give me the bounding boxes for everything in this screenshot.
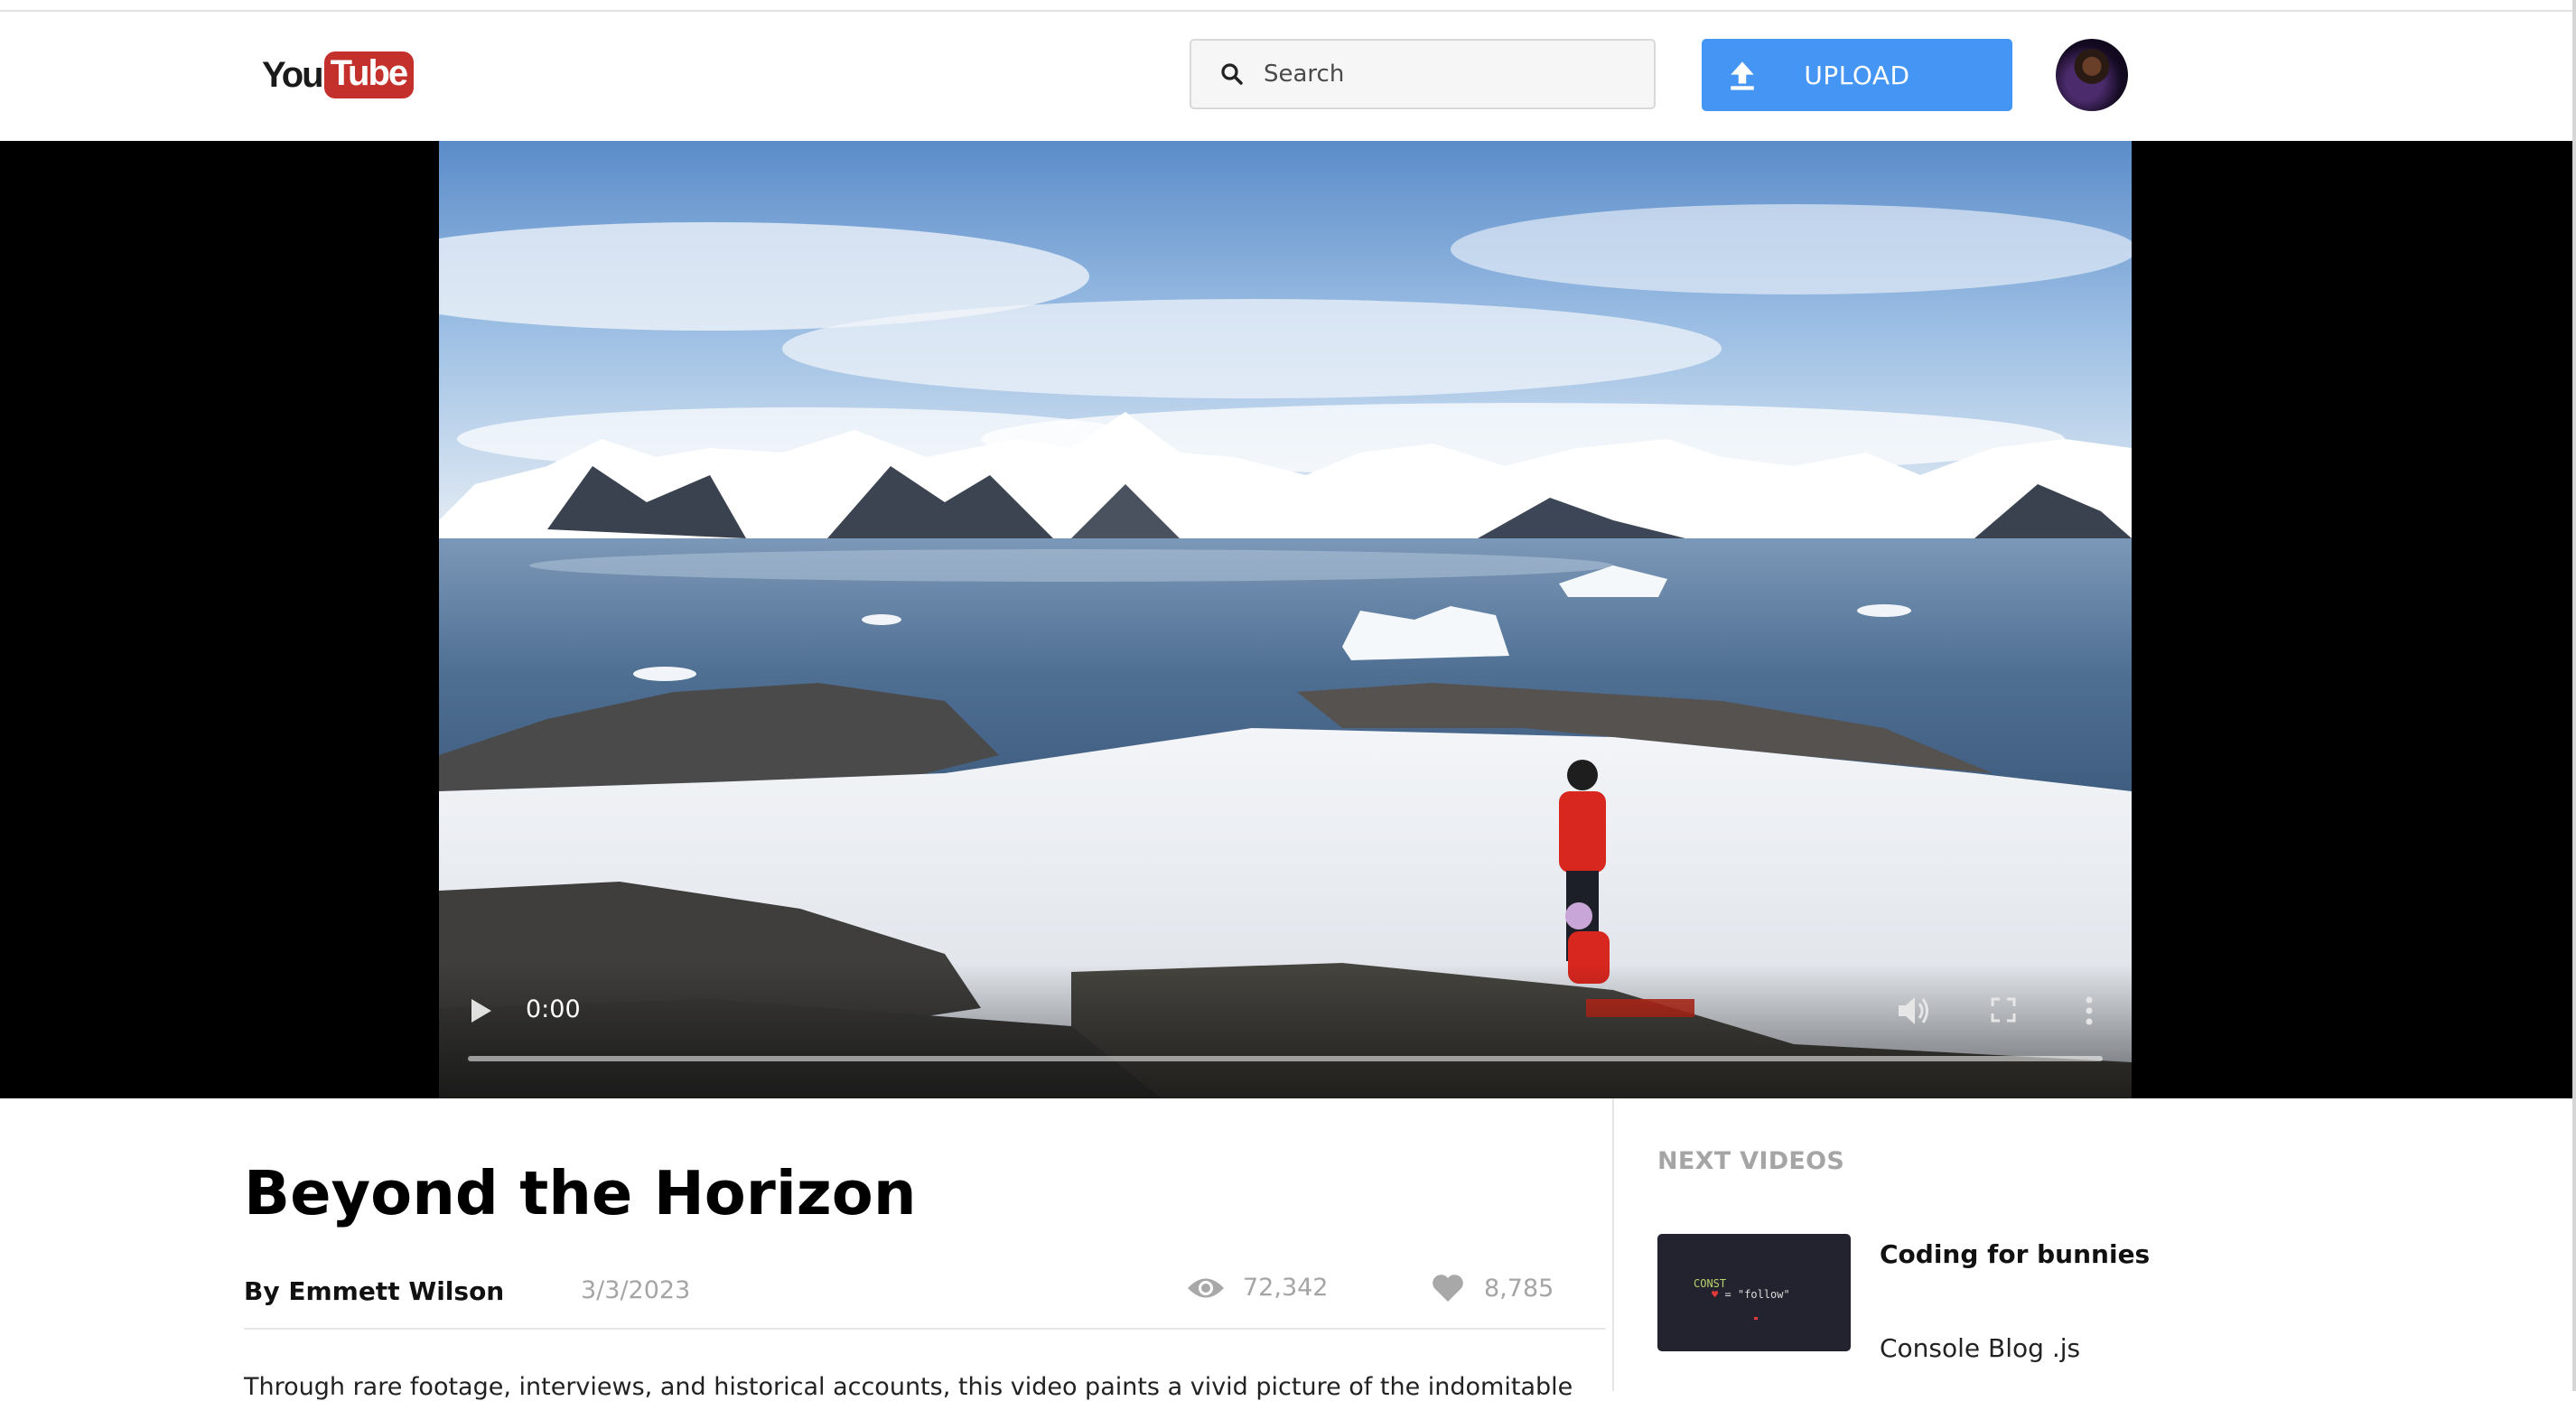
next-video-item[interactable]: CONST ♥ = "follow" Coding for bunnies Co… bbox=[1657, 1234, 2290, 1363]
divider bbox=[244, 1328, 1606, 1330]
video-date: 3/3/2023 bbox=[581, 1276, 691, 1304]
next-video-channel[interactable]: Console Blog .js bbox=[1880, 1333, 2080, 1363]
heart-icon bbox=[1433, 1275, 1463, 1302]
thumbnail-code-line-2: ♥ = "follow" bbox=[1712, 1288, 1790, 1301]
video-stage: 0:00 bbox=[0, 141, 2572, 1098]
thumbnail-dot bbox=[1754, 1317, 1758, 1320]
controls-overlay bbox=[439, 963, 2132, 1098]
search-input[interactable] bbox=[1262, 60, 1627, 89]
video-description: Through rare footage, interviews, and hi… bbox=[244, 1373, 1573, 1401]
logo-you-text: You bbox=[262, 54, 324, 95]
like-count-value: 8,785 bbox=[1484, 1274, 1554, 1303]
video-frame-image bbox=[439, 141, 2132, 1098]
view-count: 72,342 bbox=[1187, 1274, 1328, 1302]
thumbnail-code-text: "follow" bbox=[1737, 1288, 1790, 1301]
progress-bar[interactable] bbox=[468, 1056, 2103, 1061]
fullscreen-icon[interactable] bbox=[1991, 997, 2016, 1023]
youtube-logo[interactable]: You Tube bbox=[262, 50, 415, 100]
like-count[interactable]: 8,785 bbox=[1432, 1274, 1554, 1303]
video-thumbnail[interactable]: CONST ♥ = "follow" bbox=[1657, 1234, 1851, 1351]
search-box[interactable] bbox=[1190, 39, 1656, 109]
video-player[interactable]: 0:00 bbox=[439, 141, 2132, 1098]
user-avatar[interactable] bbox=[2056, 39, 2128, 111]
video-author[interactable]: By Emmett Wilson bbox=[244, 1276, 504, 1306]
view-count-value: 72,342 bbox=[1243, 1274, 1329, 1302]
browser-top-bar bbox=[0, 0, 2576, 12]
current-time: 0:00 bbox=[526, 995, 581, 1023]
more-options-icon[interactable] bbox=[2085, 995, 2094, 1026]
next-videos-heading: NEXT VIDEOS bbox=[1657, 1147, 1845, 1175]
volume-icon[interactable] bbox=[1897, 995, 1929, 1026]
next-video-title[interactable]: Coding for bunnies bbox=[1880, 1239, 2150, 1269]
upload-label: UPLOAD bbox=[1804, 60, 1910, 90]
video-title: Beyond the Horizon bbox=[244, 1158, 917, 1228]
search-icon bbox=[1221, 63, 1243, 85]
eye-icon bbox=[1188, 1278, 1224, 1297]
next-videos-sidebar: NEXT VIDEOS CONST ♥ = "follow" Coding fo… bbox=[1612, 1098, 2574, 1391]
thumbnail-heart-icon: ♥ bbox=[1712, 1288, 1719, 1301]
logo-tube-text: Tube bbox=[323, 51, 415, 98]
site-header: You Tube UPLOAD bbox=[0, 12, 2572, 142]
play-icon[interactable] bbox=[471, 999, 491, 1023]
upload-button[interactable]: UPLOAD bbox=[1702, 39, 2012, 111]
